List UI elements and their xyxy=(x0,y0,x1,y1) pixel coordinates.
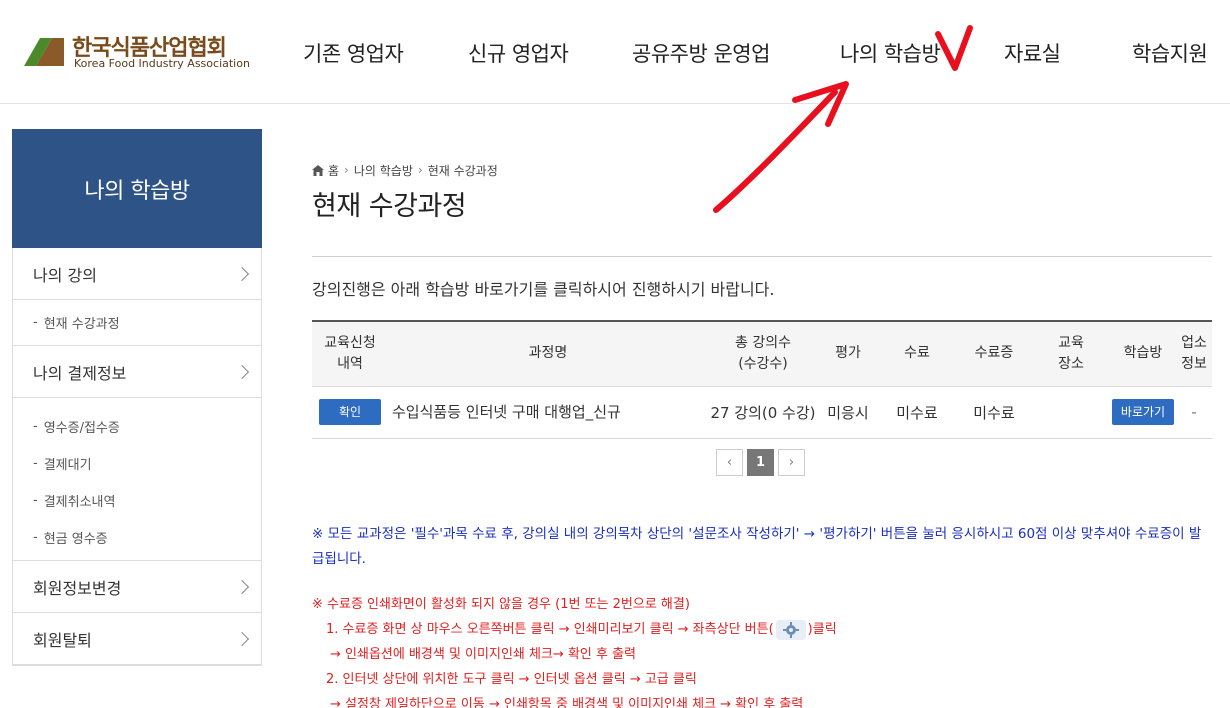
sidebar-item-withdraw[interactable]: 회원탈퇴 xyxy=(13,613,261,665)
nav-shared-kitchen[interactable]: 공유주방 운영업 xyxy=(632,38,770,68)
sidebar-item-my-courses[interactable]: 나의 강의 xyxy=(13,248,261,300)
sidebar-item-label: 나의 결제정보 xyxy=(33,363,127,383)
cell-evaluation: 미응시 xyxy=(818,386,878,439)
cell-place xyxy=(1032,386,1110,439)
go-to-study-room-button[interactable]: 바로가기 xyxy=(1112,399,1174,425)
page-number-current[interactable]: 1 xyxy=(747,449,774,476)
sidebar-item-label: 회원정보변경 xyxy=(33,578,122,598)
sidebar-subitem-cash-receipt[interactable]: - 현금 영수증 xyxy=(13,519,261,556)
sidebar-item-label: 나의 강의 xyxy=(33,265,97,285)
notice-red-step2a: 2. 인터넷 상단에 위치한 도구 클릭 → 인터넷 옵션 클릭 → 고급 클릭 xyxy=(326,672,697,687)
site-logo[interactable]: 한국식품산업협회 Korea Food Industry Association xyxy=(22,30,252,74)
th-place: 교육 장소 xyxy=(1032,320,1110,387)
sidebar-title: 나의 학습방 xyxy=(12,129,262,248)
cell-certificate: 미수료 xyxy=(956,386,1032,439)
cell-completion: 미수료 xyxy=(878,386,956,439)
sidebar-subitem-payment-cancel[interactable]: - 결제취소내역 xyxy=(13,482,261,519)
cell-apply: 확인 xyxy=(312,386,388,439)
cell-lectures: 27 강의(0 수강) xyxy=(708,386,818,439)
nav-learning-support[interactable]: 학습지원 xyxy=(1132,38,1208,68)
breadcrumb-level1[interactable]: 나의 학습방 xyxy=(354,162,413,179)
sidebar-subitem-label: 결제취소내역 xyxy=(43,495,116,510)
intro-text: 강의진행은 아래 학습방 바로가기를 클릭하시어 진행하시기 바랍니다. xyxy=(312,280,775,299)
next-page-button[interactable]: › xyxy=(778,449,805,476)
table-row: 확인 수입식품등 인터넷 구매 대행업_신규 27 강의(0 수강) 미응시 미… xyxy=(312,386,1212,439)
sidebar-subitem-label: 현재 수강과정 xyxy=(43,317,120,332)
cell-course-name: 수입식품등 인터넷 구매 대행업_신규 xyxy=(388,386,708,439)
th-evaluation: 평가 xyxy=(818,320,878,387)
breadcrumb-home[interactable]: 홈 xyxy=(328,162,339,179)
notice-red-step1a: 1. 수료증 화면 상 마우스 오른쪽버튼 클릭 → 인쇄미리보기 클릭 → 좌… xyxy=(312,617,1212,642)
notice-blue: ※ 모든 교과정은 '필수'과목 수료 후, 강의실 내의 강의목차 상단의 '… xyxy=(312,526,1202,567)
sidebar-item-label: 회원탈퇴 xyxy=(33,630,92,650)
th-certificate: 수료증 xyxy=(956,320,1032,387)
notice-red-step1b: → 인쇄옵션에 배경색 및 이미지인쇄 체크→ 확인 후 출력 xyxy=(330,647,637,662)
th-course-name: 과정명 xyxy=(388,320,708,387)
sidebar-submenu-payment: - 영수증/접수증 - 결제대기 - 결제취소내역 - 현금 영수증 xyxy=(13,398,261,561)
nav-existing-business[interactable]: 기존 영업자 xyxy=(303,38,404,68)
sidebar-menu: 나의 강의 - 현재 수강과정 나의 결제정보 - 영수증/접수증 - 결제대기 -결… xyxy=(12,248,262,666)
th-apply: 교육신청 내역 xyxy=(312,320,388,387)
sidebar: 나의 학습방 나의 강의 - 현재 수강과정 나의 결제정보 - 영수증/접수증 -… xyxy=(12,129,262,666)
sidebar-subitem-current-courses[interactable]: - 현재 수강과정 xyxy=(13,304,261,341)
th-completion: 수료 xyxy=(878,320,956,387)
gear-icon xyxy=(775,619,806,640)
sidebar-subitem-label: 현금 영수증 xyxy=(43,532,108,547)
sidebar-subitem-label: 결제대기 xyxy=(43,458,92,473)
table-header-row: 교육신청 내역 과정명 총 강의수 (수강수) 평가 수료 수료증 교육 장소 학습방… xyxy=(312,320,1212,387)
cell-study-room: 바로가기 xyxy=(1110,386,1176,439)
chevron-right-icon xyxy=(234,579,250,594)
site-header: 한국식품산업협회 Korea Food Industry Association… xyxy=(0,0,1230,104)
sidebar-subitem-payment-pending[interactable]: - 결제대기 xyxy=(13,445,261,482)
notice-red-title: ※ 수료증 인쇄화면이 활성화 되지 않을 경우 (1번 또는 2번으로 해결) xyxy=(312,597,690,612)
chevron-right-icon xyxy=(234,364,250,379)
sidebar-submenu-courses: - 현재 수강과정 xyxy=(13,300,261,346)
page-title: 현재 수강과정 xyxy=(312,184,1212,257)
sidebar-subitem-receipt[interactable]: - 영수증/접수증 xyxy=(13,408,261,445)
sidebar-item-payment-info[interactable]: 나의 결제정보 xyxy=(13,346,261,398)
home-icon[interactable] xyxy=(312,164,324,176)
nav-archive[interactable]: 자료실 xyxy=(1004,38,1061,68)
sidebar-item-member-edit[interactable]: 회원정보변경 xyxy=(13,561,261,613)
chevron-right-icon xyxy=(234,266,250,281)
breadcrumb-level2: 현재 수강과정 xyxy=(427,163,498,178)
nav-my-study-room[interactable]: 나의 학습방 xyxy=(840,38,941,68)
th-biz-info: 업소 정보 xyxy=(1176,320,1212,387)
chevron-right-icon xyxy=(234,631,250,646)
pagination: ‹ 1 › xyxy=(716,449,805,476)
th-study-room: 학습방 xyxy=(1110,320,1176,387)
sidebar-subitem-label: 영수증/접수증 xyxy=(43,421,120,436)
notice-red: ※ 수료증 인쇄화면이 활성화 되지 않을 경우 (1번 또는 2번으로 해결)… xyxy=(312,592,1212,708)
course-table: 교육신청 내역 과정명 총 강의수 (수강수) 평가 수료 수료증 교육 장소 학습방… xyxy=(312,320,1212,439)
logo-name-en: Korea Food Industry Association xyxy=(74,57,250,70)
prev-page-button[interactable]: ‹ xyxy=(716,449,743,476)
cell-biz-info: - xyxy=(1176,386,1212,439)
nav-new-business[interactable]: 신규 영업자 xyxy=(468,38,569,68)
confirm-button[interactable]: 확인 xyxy=(319,399,381,425)
th-lectures: 총 강의수 (수강수) xyxy=(708,320,818,387)
logo-mark xyxy=(24,38,64,66)
breadcrumb: 홈 › 나의 학습방 › 현재 수강과정 xyxy=(312,160,1212,180)
notice-red-step2b: → 설정창 제일하단으로 이동 → 인쇄항목 중 배경색 및 이미지인쇄 체크 … xyxy=(330,697,804,708)
main-content: 홈 › 나의 학습방 › 현재 수강과정 현재 수강과정 강의진행은 아래 학습… xyxy=(312,160,1212,708)
